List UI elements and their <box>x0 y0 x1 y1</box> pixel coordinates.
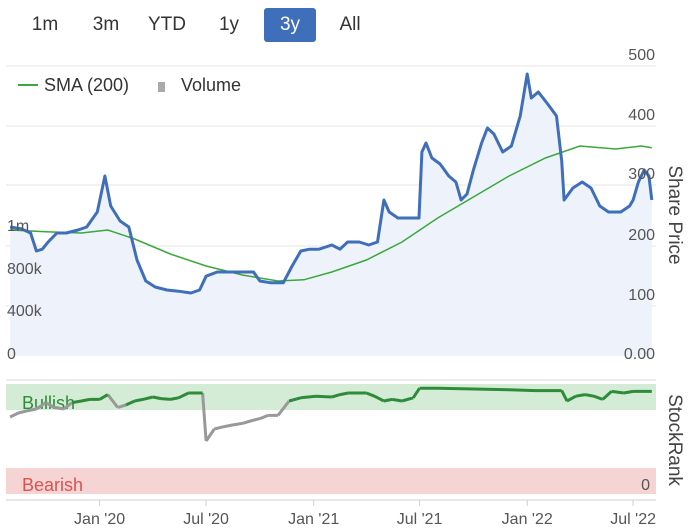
right-axis-title: Share Price <box>664 165 685 264</box>
right-tick-100: 100 <box>628 287 655 304</box>
left-tick-0: 0 <box>7 346 16 363</box>
x-tick-label: Jul '21 <box>397 511 443 528</box>
x-axis: Jan '20 Jul '20 Jan '21 Jul '21 Jan '22 Jul '… <box>6 499 656 528</box>
left-tick-800k: 800k <box>7 261 43 278</box>
right-tick-300: 300 <box>628 166 655 183</box>
left-tick-1m: 1m <box>7 218 29 235</box>
right-tick-200: 200 <box>628 227 655 244</box>
legend-volume-swatch <box>158 82 165 92</box>
x-tick-label: Jan '20 <box>74 511 125 528</box>
x-tick-label: Jul '20 <box>183 511 229 528</box>
bearish-label: Bearish <box>22 475 83 495</box>
legend-sma-label[interactable]: SMA (200) <box>44 75 129 95</box>
right-tick-500: 500 <box>628 47 655 64</box>
right-tick-0: 0.00 <box>624 346 655 363</box>
left-tick-400k: 400k <box>7 303 43 320</box>
x-tick-label: Jan '22 <box>502 511 553 528</box>
bearish-band <box>6 468 656 494</box>
stockrank-panel: Bullish Bearish 0 StockRank <box>6 379 685 495</box>
legend-volume-label[interactable]: Volume <box>181 75 241 95</box>
stock-chart: SMA (200) Volume 500 400 300 200 100 0.0… <box>6 47 685 528</box>
stockrank-axis-title: StockRank <box>664 394 685 486</box>
x-tick-label: Jan '21 <box>288 511 339 528</box>
x-tick-label: Jul '22 <box>610 511 656 528</box>
stockrank-tick-0: 0 <box>641 477 650 494</box>
right-tick-400: 400 <box>628 107 655 124</box>
